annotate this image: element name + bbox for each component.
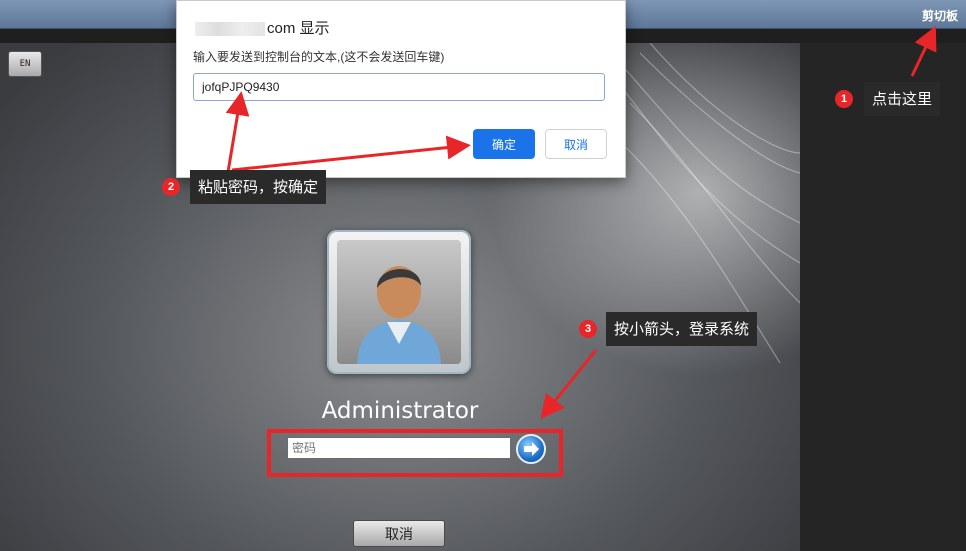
dialog-message: 输入要发送到控制台的文本,(这不会发送回车键) bbox=[193, 50, 445, 64]
dialog-title: com 显示 bbox=[195, 17, 330, 38]
annotation-badge-2: 2 bbox=[162, 178, 180, 196]
password-highlight-box bbox=[267, 429, 563, 477]
annotation-badge-3: 3 bbox=[579, 320, 597, 338]
annotation-note-3: 按小箭头，登录系统 bbox=[606, 312, 758, 346]
annotation-badge-1: 1 bbox=[835, 90, 853, 108]
language-button[interactable]: EN bbox=[8, 51, 42, 77]
dialog-title-text: com 显示 bbox=[267, 20, 330, 37]
dialog-text-input[interactable] bbox=[193, 73, 605, 101]
user-avatar-frame bbox=[327, 230, 471, 374]
user-name: Administrator bbox=[321, 398, 479, 424]
user-icon bbox=[357, 266, 441, 364]
avatar bbox=[337, 240, 461, 364]
cancel-button[interactable]: 取消 bbox=[545, 129, 607, 159]
annotation-note-1: 点击这里 bbox=[864, 82, 941, 116]
clipboard-button[interactable]: 剪切板 bbox=[922, 7, 958, 24]
annotation-note-2: 粘贴密码，按确定 bbox=[190, 170, 327, 204]
redacted-domain bbox=[195, 22, 265, 37]
login-cancel-button[interactable]: 取消 bbox=[353, 520, 445, 547]
prompt-dialog: com 显示 输入要发送到控制台的文本,(这不会发送回车键) 确定 取消 bbox=[176, 0, 626, 178]
right-sidebar bbox=[800, 43, 966, 551]
ok-button[interactable]: 确定 bbox=[473, 129, 535, 159]
